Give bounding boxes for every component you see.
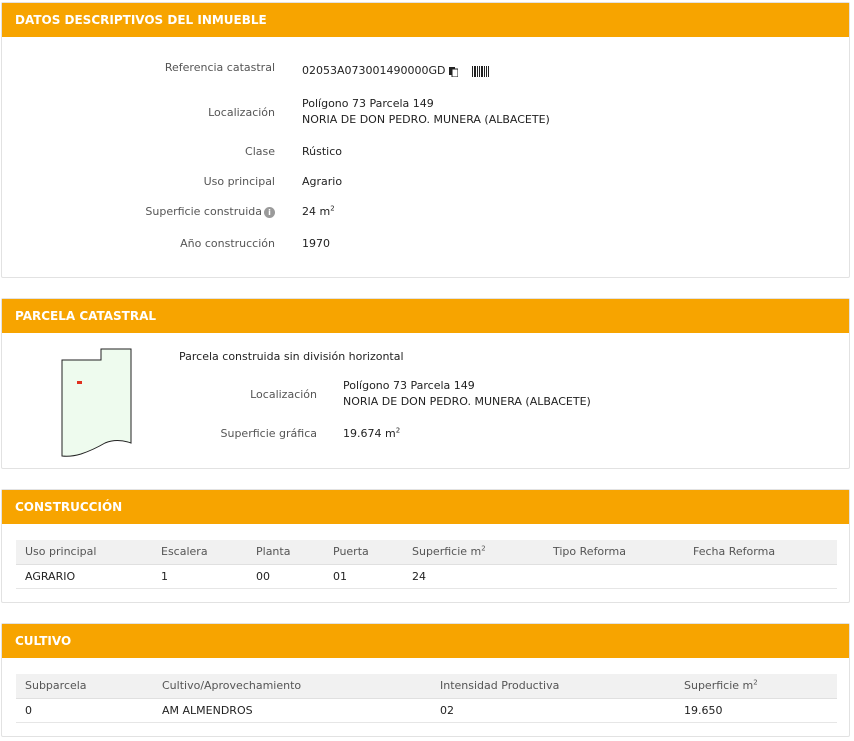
- sup-label-row: Superficie construida i: [2, 205, 275, 218]
- table-row: 0 AM ALMENDROS 02 19.650: [16, 698, 837, 723]
- cell-fecha-reforma: [684, 564, 837, 589]
- ref-value-row: 02053A073001490000GD: [302, 63, 489, 79]
- parcela-loc-line1: Polígono 73 Parcela 149: [343, 379, 475, 392]
- table-row: AGRARIO 1 00 01 24: [16, 564, 837, 589]
- cultivo-header: CULTIVO: [2, 624, 849, 658]
- col-cultivo: Cultivo/Aprovechamiento: [153, 674, 431, 699]
- info-icon[interactable]: i: [264, 206, 275, 218]
- clase-label: Clase: [245, 145, 275, 158]
- sup-value-row: 24 m2: [302, 204, 335, 220]
- sup-unit: 2: [330, 204, 335, 213]
- cell-intensidad: 02: [431, 698, 675, 723]
- parcel-map[interactable]: [57, 346, 137, 458]
- col-puerta: Puerta: [324, 540, 403, 565]
- cell-uso: AGRARIO: [16, 564, 152, 589]
- parcela-panel: PARCELA CATASTRAL Parcela construida sin…: [1, 298, 850, 469]
- col-uso: Uso principal: [16, 540, 152, 565]
- parcela-header: PARCELA CATASTRAL: [2, 299, 849, 333]
- parcela-loc-line2: NORIA DE DON PEDRO. MUNERA (ALBACETE): [343, 395, 591, 408]
- parcela-sup-row: 19.674 m2: [343, 426, 400, 442]
- col-fecha-reforma: Fecha Reforma: [684, 540, 837, 565]
- sup-label: Superficie construida: [145, 205, 262, 218]
- sup-value: 24 m: [302, 205, 331, 218]
- cell-superficie: 19.650: [675, 698, 837, 723]
- col-superficie: Superficie m2: [675, 674, 837, 699]
- anio-label: Año construcción: [180, 237, 275, 250]
- parcela-sup-label: Superficie gráfica: [220, 427, 318, 440]
- loc-line1: Polígono 73 Parcela 149: [302, 97, 434, 110]
- construccion-panel: CONSTRUCCIÓN Uso principal Escalera Plan…: [1, 489, 850, 603]
- anio-value: 1970: [302, 237, 330, 250]
- clase-value: Rústico: [302, 145, 342, 158]
- cultivo-table: Subparcela Cultivo/Aprovechamiento Inten…: [16, 674, 837, 723]
- construccion-header-row: Uso principal Escalera Planta Puerta Sup…: [16, 540, 837, 565]
- uso-label: Uso principal: [203, 175, 275, 188]
- cultivo-header-row: Subparcela Cultivo/Aprovechamiento Inten…: [16, 674, 837, 699]
- inmueble-header: DATOS DESCRIPTIVOS DEL INMUEBLE: [2, 3, 849, 37]
- parcela-loc-label: Localización: [250, 388, 317, 401]
- cell-tipo-reforma: [544, 564, 684, 589]
- ref-value[interactable]: 02053A073001490000GD: [302, 64, 446, 77]
- col-escalera: Escalera: [152, 540, 247, 565]
- cell-cultivo: AM ALMENDROS: [153, 698, 431, 723]
- cell-superficie: 24: [403, 564, 544, 589]
- col-superficie: Superficie m2: [403, 540, 544, 565]
- col-planta: Planta: [247, 540, 324, 565]
- cell-planta: 00: [247, 564, 324, 589]
- cell-subparcela: 0: [16, 698, 153, 723]
- parcela-loc-value: Polígono 73 Parcela 149 NORIA DE DON PED…: [343, 378, 591, 410]
- barcode-icon[interactable]: [471, 65, 489, 77]
- loc-label: Localización: [208, 106, 275, 119]
- loc-value: Polígono 73 Parcela 149 NORIA DE DON PED…: [302, 96, 550, 128]
- col-subparcela: Subparcela: [16, 674, 153, 699]
- building-marker: [77, 381, 82, 384]
- uso-value: Agrario: [302, 175, 343, 188]
- cell-escalera: 1: [152, 564, 247, 589]
- copy-icon[interactable]: [448, 66, 458, 77]
- inmueble-panel: DATOS DESCRIPTIVOS DEL INMUEBLE Referenc…: [1, 2, 850, 278]
- col-tipo-reforma: Tipo Reforma: [544, 540, 684, 565]
- cultivo-panel: CULTIVO Subparcela Cultivo/Aprovechamien…: [1, 623, 850, 737]
- parcela-sup-value: 19.674 m: [343, 427, 396, 440]
- parcela-desc: Parcela construida sin división horizont…: [179, 350, 404, 363]
- loc-line2: NORIA DE DON PEDRO. MUNERA (ALBACETE): [302, 113, 550, 126]
- construccion-table: Uso principal Escalera Planta Puerta Sup…: [16, 540, 837, 589]
- parcela-sup-unit: 2: [395, 426, 401, 435]
- construccion-header: CONSTRUCCIÓN: [2, 490, 849, 524]
- ref-label: Referencia catastral: [164, 61, 275, 74]
- col-intensidad: Intensidad Productiva: [431, 674, 675, 699]
- cell-puerta: 01: [324, 564, 403, 589]
